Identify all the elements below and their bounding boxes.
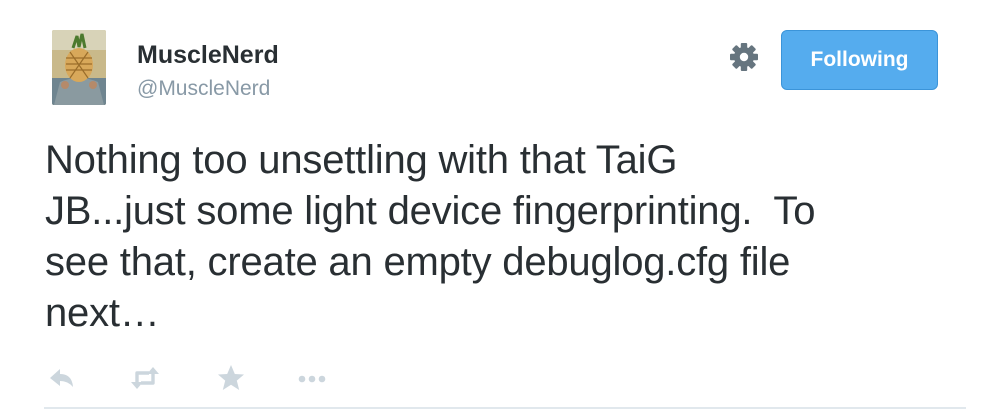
- star-icon[interactable]: [213, 360, 249, 396]
- reply-icon[interactable]: [45, 360, 81, 396]
- gear-icon[interactable]: [728, 41, 760, 73]
- avatar-image: [52, 30, 106, 105]
- retweet-icon[interactable]: [127, 360, 163, 396]
- user-handle[interactable]: @MuscleNerd: [137, 76, 270, 102]
- display-name[interactable]: MuscleNerd: [137, 40, 279, 70]
- avatar[interactable]: [52, 30, 106, 105]
- tweet-text: Nothing too unsettling with that TaiG JB…: [45, 138, 816, 335]
- divider: [44, 407, 966, 409]
- more-icon[interactable]: [294, 360, 330, 396]
- tweet-card: MuscleNerd @MuscleNerd Following Nothing…: [0, 0, 988, 411]
- following-button[interactable]: Following: [781, 30, 938, 90]
